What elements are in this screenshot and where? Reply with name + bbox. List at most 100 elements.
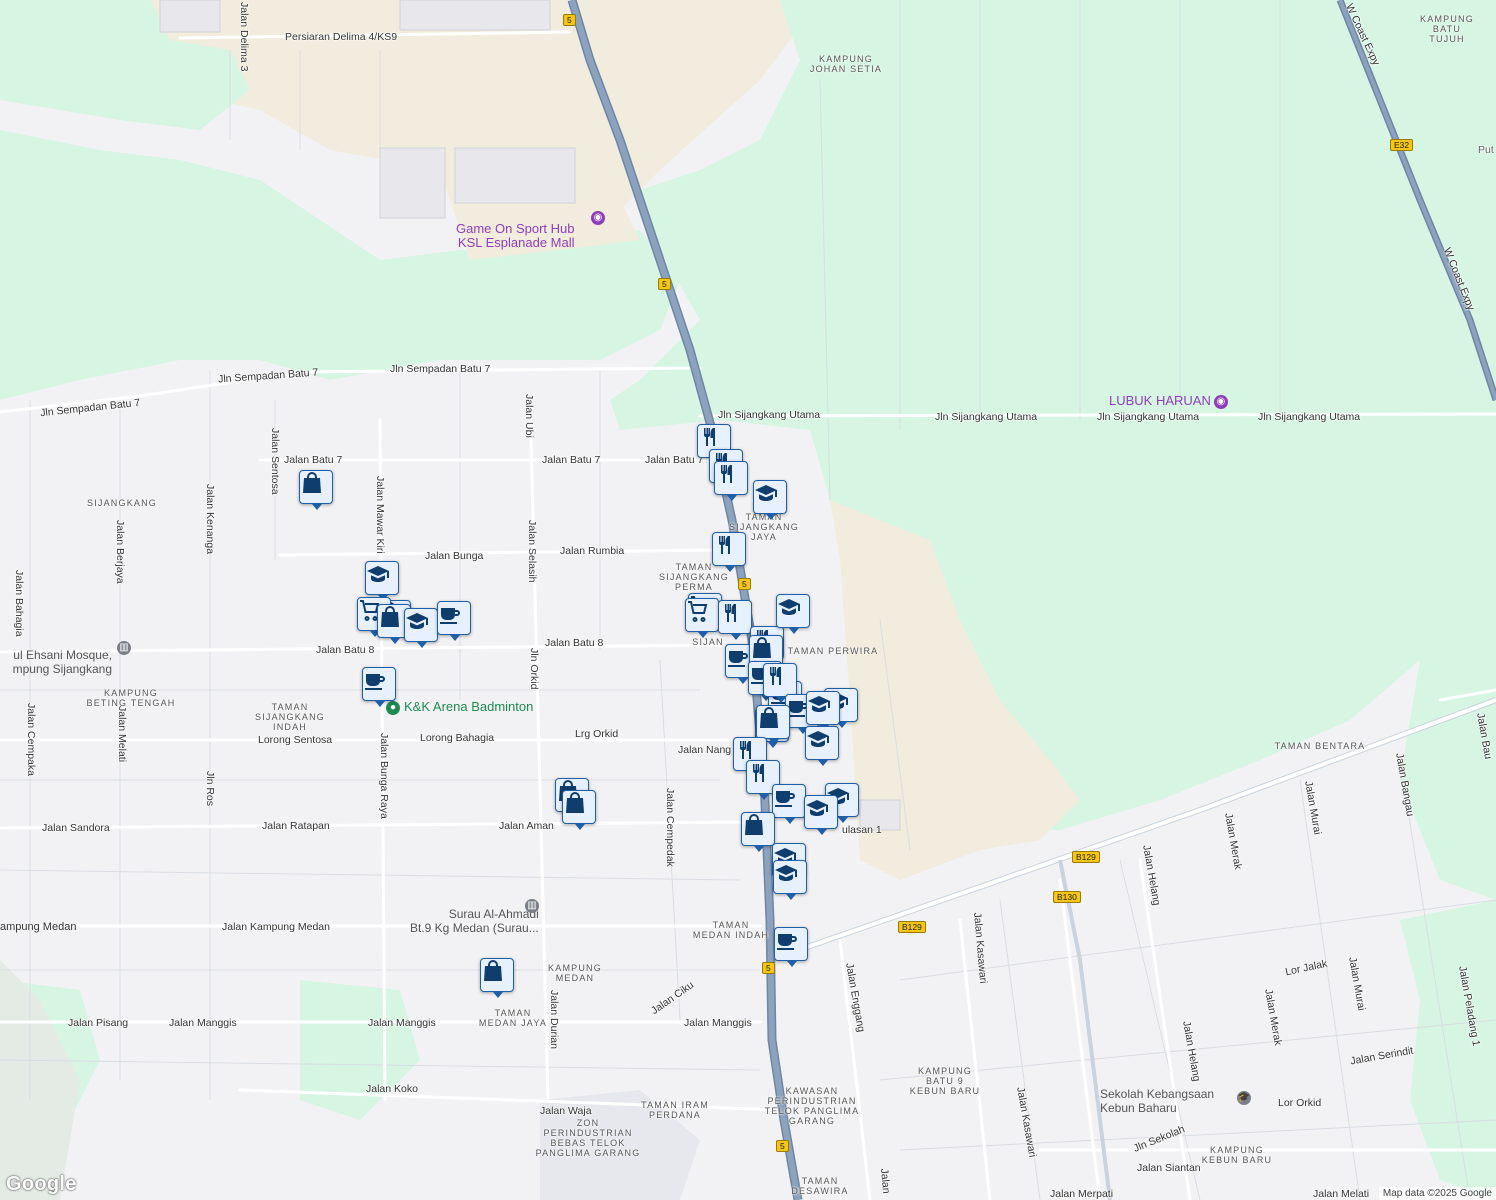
school-pin[interactable] bbox=[806, 691, 840, 731]
road-label: Jalan Durian bbox=[548, 990, 560, 1049]
school-pin[interactable] bbox=[753, 480, 787, 520]
shopping-icon bbox=[566, 792, 584, 813]
road-label: Jalan Kampung Medan bbox=[222, 921, 330, 933]
road-label: Jalan Bunga bbox=[425, 550, 484, 562]
road-label: Jalan Merpati bbox=[1050, 1188, 1114, 1200]
shopping-pin[interactable] bbox=[299, 470, 333, 510]
place-game-on-sport-hub[interactable]: Game On Sport Hub KSL Esplanade Mall bbox=[456, 208, 575, 250]
location-icon: ● bbox=[386, 700, 400, 715]
road-label: Jalan bbox=[878, 1168, 893, 1195]
road-label: Jalan Pisang bbox=[68, 1017, 129, 1029]
road-label: Jalan Delima 3 bbox=[238, 2, 250, 72]
mosque-icon: ▥ bbox=[114, 640, 131, 655]
route-shield: E32 bbox=[1390, 139, 1414, 151]
camera-icon: ◉ bbox=[1213, 394, 1228, 409]
road-label: Jalan Ratapan bbox=[262, 820, 330, 832]
area-label: TAMAN MEDAN JAYA bbox=[478, 1008, 548, 1028]
mosque-icon: ▥ bbox=[522, 898, 539, 913]
shopping-pin[interactable] bbox=[562, 790, 596, 830]
road-label: Jalan Aman bbox=[499, 820, 554, 832]
restaurant-icon bbox=[753, 764, 764, 782]
road-label: Jalan Bahagia bbox=[13, 570, 25, 637]
map-attribution: Map data ©2025 Google bbox=[1378, 1187, 1496, 1200]
cafe-icon bbox=[777, 934, 797, 950]
road-label: Lorong Sentosa bbox=[258, 734, 333, 746]
road-label: Jalan Berjaya bbox=[114, 520, 126, 584]
road-label-text: Jln Sempadan Batu 7 bbox=[390, 363, 491, 375]
road-label: Jalan Manggis bbox=[368, 1017, 436, 1029]
road-label: Jalan Melati bbox=[1313, 1188, 1370, 1200]
place-kk-arena-badminton[interactable]: ● K&K Arena Badminton bbox=[386, 700, 533, 715]
school-pin[interactable] bbox=[776, 594, 810, 634]
road-label: Lrg Orkid bbox=[575, 728, 619, 740]
area-label: ZON PERINDUSTRIAN BEBAS TELOK PANGLIMA G… bbox=[535, 1118, 641, 1158]
cafe-pin[interactable] bbox=[774, 927, 808, 967]
shopping-icon bbox=[303, 472, 321, 493]
camera-icon[interactable]: ◉ bbox=[588, 210, 605, 225]
road-label: Jln Sempadan Batu 7 bbox=[390, 363, 490, 375]
road-label: Jln Sijangkang Utama bbox=[718, 409, 821, 421]
school-pin[interactable] bbox=[773, 860, 807, 900]
restaurant-pin[interactable] bbox=[718, 600, 752, 640]
place-label: Surau Al-Ahmadi Bt.9 Kg Medan (Surau... bbox=[410, 907, 539, 935]
shopping-icon bbox=[745, 814, 763, 835]
shopping-pin[interactable] bbox=[741, 812, 775, 852]
road-label: Jalan Siantan bbox=[1137, 1162, 1201, 1174]
area-label: TAMAN PERWIRA bbox=[787, 646, 879, 656]
area-label: TAMAN SIJANGKANG PERMA bbox=[658, 562, 730, 592]
restaurant-pin[interactable] bbox=[712, 532, 746, 572]
road-label: Jalan Nang bbox=[678, 744, 732, 756]
road-label: Jalan Kenanga bbox=[204, 484, 216, 555]
place-label: LUBUK HARUAN bbox=[1109, 393, 1211, 408]
school-icon bbox=[808, 696, 830, 712]
school-pin[interactable] bbox=[805, 726, 839, 766]
road-label: Jln Sijangkang Utama bbox=[1097, 411, 1200, 423]
place-label: ul Ehsani Mosque, mpung Sijangkang bbox=[12, 648, 112, 676]
cafe-pin[interactable] bbox=[362, 667, 396, 707]
area-label: KAMPUNG KEBUN BARU bbox=[1201, 1145, 1273, 1165]
school-icon bbox=[806, 800, 828, 816]
school-icon bbox=[778, 599, 800, 615]
school-icon bbox=[406, 613, 428, 629]
cafe-pin[interactable] bbox=[437, 601, 471, 641]
map-canvas[interactable]: Persiaran Delima 4/KS9 Jln Sempadan Batu… bbox=[0, 0, 1496, 1200]
road-label: Jalan Rumbia bbox=[560, 545, 625, 557]
road-label: Jalan Batu 8 bbox=[316, 644, 375, 656]
restaurant-pin[interactable] bbox=[714, 461, 748, 501]
school-icon bbox=[367, 566, 389, 582]
cafe-icon bbox=[728, 651, 748, 667]
school-icon bbox=[775, 865, 797, 881]
route-shield: 5 bbox=[762, 962, 775, 974]
shopping-icon bbox=[760, 707, 778, 728]
road-label: Jalan Sentosa bbox=[269, 428, 281, 495]
restaurant-pin[interactable] bbox=[763, 663, 797, 703]
place-lubuk-haruan[interactable]: LUBUK HARUAN ◉ bbox=[1109, 394, 1228, 409]
grocery-pin[interactable] bbox=[685, 598, 719, 638]
area-label: TAMAN BENTARA bbox=[1274, 741, 1366, 751]
road-label: Jalan Bunga Raya bbox=[378, 733, 390, 819]
restaurant-icon bbox=[721, 465, 732, 483]
road-label: Jalan Melati bbox=[116, 706, 128, 763]
road-label: Jalan Manggis bbox=[169, 1017, 237, 1029]
cafe-pin[interactable] bbox=[772, 784, 806, 824]
shopping-icon bbox=[381, 606, 399, 627]
place-mosque[interactable]: ul Ehsani Mosque, mpung Sijangkang bbox=[0, 634, 112, 676]
school-pin[interactable] bbox=[804, 795, 838, 835]
road-label: Jalan Batu 8 bbox=[545, 637, 604, 649]
road-label: Jalan Selasih bbox=[526, 520, 538, 583]
shopping-pin[interactable] bbox=[756, 705, 790, 745]
area-label: KAMPUNG JOHAN SETIA bbox=[809, 54, 883, 74]
school-pin[interactable] bbox=[365, 561, 399, 601]
shopping-pin[interactable] bbox=[480, 958, 514, 998]
place-surau[interactable]: Surau Al-Ahmadi Bt.9 Kg Medan (Surau... bbox=[410, 893, 539, 935]
cafe-icon bbox=[440, 608, 460, 624]
place-sekolah[interactable]: Sekolah Kebangsaan Kebun Baharu bbox=[1100, 1087, 1240, 1115]
place-label: Game On Sport Hub KSL Esplanade Mall bbox=[456, 221, 575, 250]
area-label: KAMPUNG BETING TENGAH bbox=[86, 688, 176, 708]
route-shield: 5 bbox=[776, 1140, 789, 1152]
area-label: KAMPUNG BATU TUJUH bbox=[1420, 14, 1474, 44]
route-shield: B129 bbox=[1072, 851, 1100, 863]
road-label: Lor Orkid bbox=[1278, 1097, 1322, 1109]
road-label: Persiaran Delima 4/KS9 bbox=[285, 31, 398, 43]
school-pin[interactable] bbox=[404, 608, 438, 648]
